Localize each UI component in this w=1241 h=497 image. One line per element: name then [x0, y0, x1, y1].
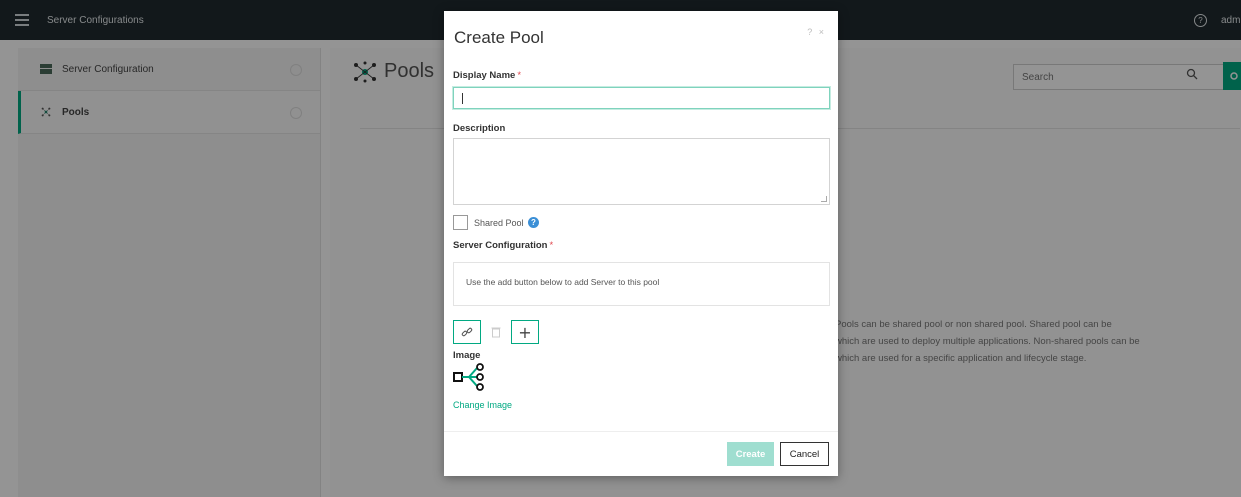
create-pool-dialog: Create Pool ? × Display Name * Descriptio… — [444, 11, 838, 476]
display-name-input[interactable] — [453, 87, 830, 109]
create-button[interactable]: Create — [727, 442, 774, 466]
label-text: Display Name — [453, 70, 516, 81]
text-caret — [462, 93, 463, 104]
link-button[interactable] — [453, 320, 481, 344]
shared-pool-checkbox[interactable] — [453, 215, 468, 230]
dialog-title: Create Pool — [454, 28, 544, 47]
delete-button[interactable] — [482, 320, 510, 344]
dialog-help-close-icon[interactable]: ? × — [807, 27, 826, 37]
server-configuration-label: Server Configuration * — [453, 240, 553, 251]
description-label: Description — [453, 123, 506, 134]
link-icon — [461, 327, 473, 337]
shared-pool-label: Shared Pool — [474, 218, 524, 228]
dialog-footer-divider — [444, 431, 838, 432]
cancel-button[interactable]: Cancel — [780, 442, 829, 466]
label-text: Server Configuration — [453, 240, 548, 251]
description-textarea[interactable] — [453, 138, 830, 205]
add-server-button[interactable]: + — [511, 320, 539, 344]
required-marker: * — [549, 240, 554, 251]
info-icon[interactable]: ? — [528, 217, 539, 228]
resize-handle-icon[interactable] — [821, 196, 827, 202]
required-marker: * — [517, 70, 522, 81]
server-configuration-list: Use the add button below to add Server t… — [453, 262, 830, 306]
image-label: Image — [453, 350, 481, 361]
pool-image-icon — [453, 363, 484, 391]
display-name-label: Display Name * — [453, 70, 521, 81]
change-image-link[interactable]: Change Image — [453, 400, 512, 410]
trash-icon — [491, 327, 501, 338]
server-configuration-hint: Use the add button below to add Server t… — [466, 277, 660, 287]
